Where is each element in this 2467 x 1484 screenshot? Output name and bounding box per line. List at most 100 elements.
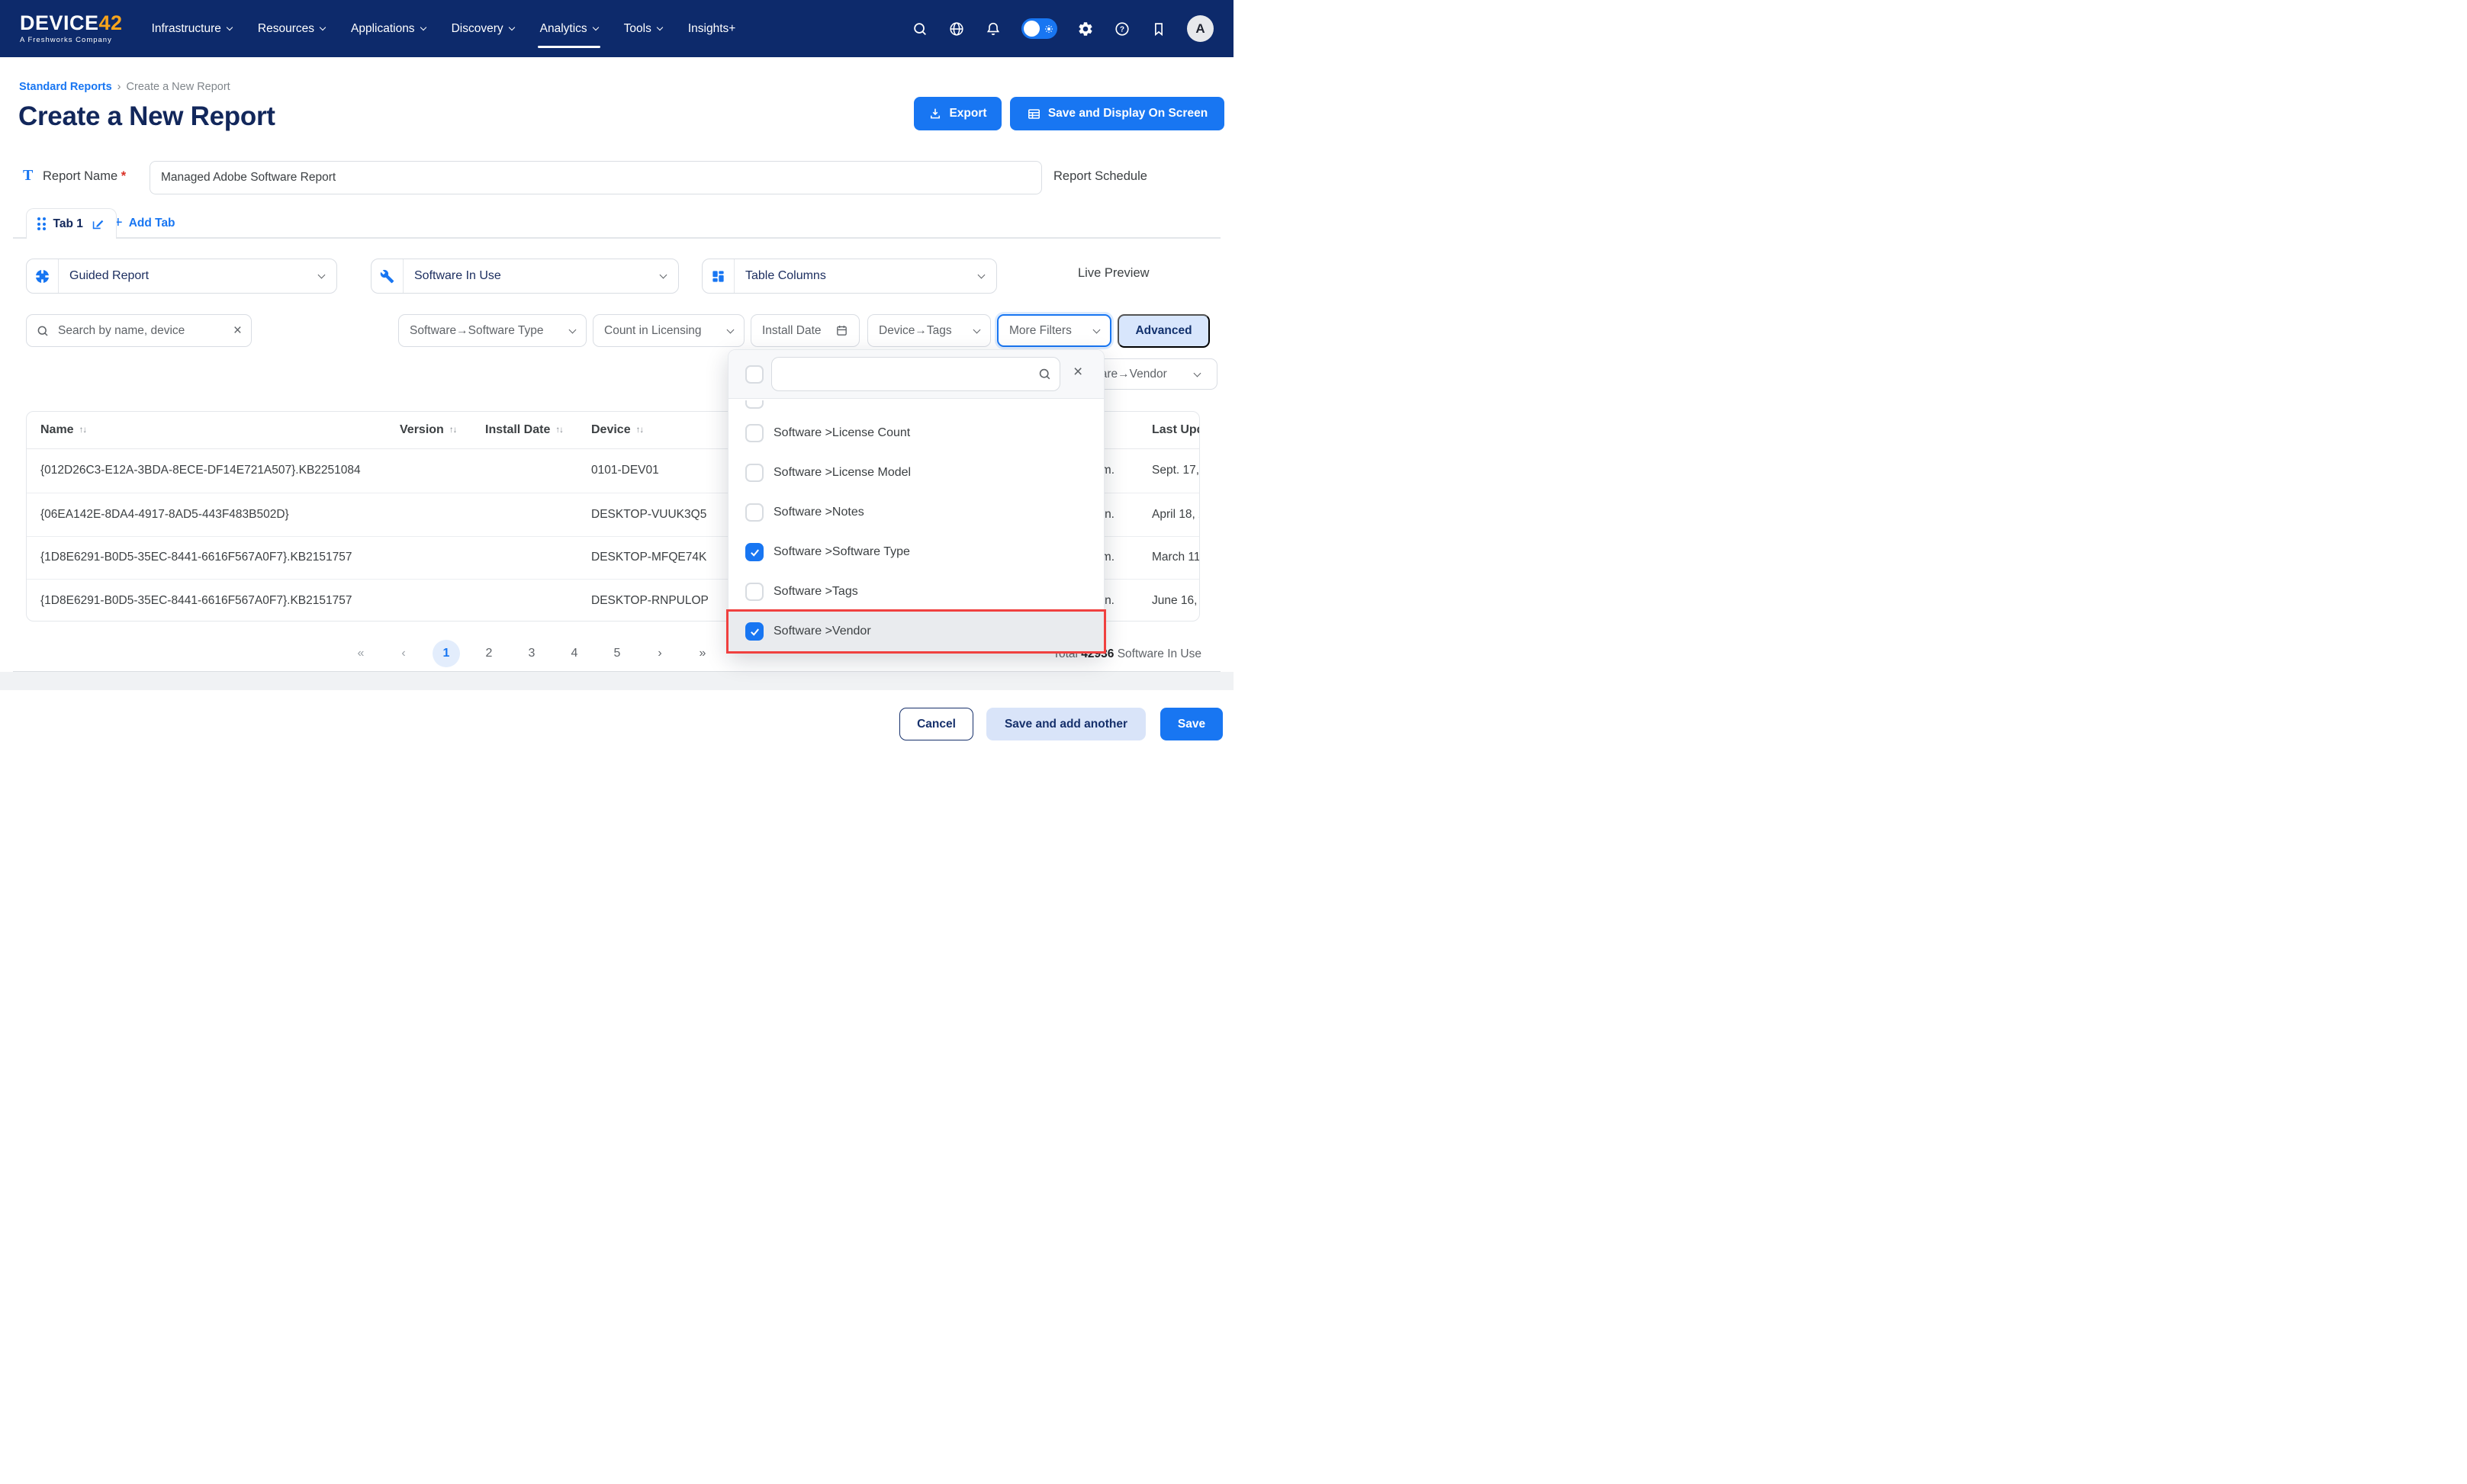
export-button[interactable]: Export — [914, 97, 1002, 130]
filter-pill-software-software-type[interactable]: Software→Software Type — [398, 314, 587, 347]
page-title: Create a New Report — [18, 101, 275, 132]
panel-item-software-license-model[interactable]: Software >License Model — [729, 453, 1104, 493]
nav-item-applications[interactable]: Applications — [351, 14, 426, 44]
chevron-down-icon — [973, 326, 981, 333]
globe-icon[interactable] — [948, 21, 965, 37]
column-header-last-upd[interactable]: Last Upd — [1152, 423, 1200, 437]
nav-item-label: Resources — [258, 22, 314, 36]
panel-search-input[interactable] — [781, 367, 1037, 381]
save-button[interactable]: Save — [1160, 708, 1223, 740]
cell-occluded-fragment: n. — [1105, 594, 1114, 608]
live-preview-label: Live Preview — [1078, 266, 1150, 281]
nav-item-tools[interactable]: Tools — [624, 14, 662, 44]
close-icon[interactable]: × — [1073, 364, 1082, 380]
column-header-device[interactable]: Device ↑↓ — [591, 423, 643, 437]
checkbox[interactable] — [745, 503, 764, 522]
filter-pill-install-date[interactable]: Install Date — [751, 314, 860, 347]
gear-icon[interactable] — [1077, 21, 1094, 37]
sun-icon — [1044, 24, 1053, 34]
report-type-select[interactable]: Guided Report — [26, 259, 337, 294]
nav-item-analytics[interactable]: Analytics — [540, 14, 598, 44]
column-header-install-date[interactable]: Install Date ↑↓ — [485, 423, 563, 437]
save-display-button[interactable]: Save and Display On Screen — [1010, 97, 1224, 130]
help-icon[interactable]: ? — [1114, 21, 1131, 37]
cell-last-updated: March 11, — [1152, 551, 1200, 564]
search-icon[interactable] — [912, 21, 928, 37]
chevron-down-icon — [318, 271, 326, 279]
pagination-page-3[interactable]: 3 — [518, 640, 545, 667]
panel-item-software-notes[interactable]: Software >Notes — [729, 493, 1104, 532]
panel-item-software-vendor[interactable]: Software >Vendor — [729, 612, 1104, 651]
advanced-button[interactable]: Advanced — [1118, 314, 1210, 348]
pagination-prev[interactable]: ‹ — [390, 640, 417, 667]
pagination-page-1[interactable]: 1 — [433, 640, 460, 667]
search-input[interactable] — [56, 323, 227, 339]
drag-handle-icon[interactable] — [37, 217, 46, 230]
nav-item-resources[interactable]: Resources — [258, 14, 325, 44]
panel-item-software-license-count[interactable]: Software >License Count — [729, 413, 1104, 453]
data-source-select[interactable]: Software In Use — [371, 259, 679, 294]
clear-search-icon[interactable]: × — [233, 323, 242, 338]
chevron-down-icon — [592, 24, 598, 31]
cell-device: DESKTOP-MFQE74K — [591, 551, 706, 564]
panel-item-label: Software >Notes — [774, 506, 864, 519]
tab-1[interactable]: Tab 1 — [26, 208, 117, 239]
sort-icon[interactable]: ↑↓ — [449, 426, 457, 435]
pagination-first[interactable]: « — [347, 640, 375, 667]
nav-item-insights[interactable]: Insights+ — [688, 14, 735, 44]
report-name-input[interactable] — [150, 161, 1042, 194]
avatar[interactable]: A — [1187, 15, 1214, 42]
bookmark-icon[interactable] — [1150, 21, 1167, 37]
search-icon — [36, 324, 50, 338]
select-all-checkbox[interactable] — [745, 365, 764, 384]
theme-toggle[interactable] — [1021, 18, 1057, 39]
save-and-add-another-button[interactable]: Save and add another — [986, 708, 1146, 740]
pagination: « ‹ 12345 › » — [347, 640, 716, 667]
checkbox[interactable] — [745, 464, 764, 482]
column-header-version[interactable]: Version ↑↓ — [400, 423, 456, 437]
chevron-down-icon — [227, 24, 233, 31]
nav-item-label: Analytics — [540, 22, 587, 36]
chevron-down-icon — [657, 24, 663, 31]
sort-icon[interactable]: ↑↓ — [79, 426, 87, 435]
panel-item-label: Software >License Count — [774, 426, 910, 440]
add-tab-button[interactable]: + Add Tab — [114, 213, 175, 234]
column-header-name[interactable]: Name ↑↓ — [40, 423, 86, 437]
pagination-next[interactable]: › — [646, 640, 674, 667]
chevron-down-icon — [1194, 369, 1201, 377]
brand-logo[interactable]: DEVICE42 A Freshworks Company — [20, 13, 123, 44]
nav-item-infrastructure[interactable]: Infrastructure — [152, 14, 232, 44]
sort-icon[interactable]: ↑↓ — [555, 426, 563, 435]
sort-icon[interactable]: ↑↓ — [636, 426, 644, 435]
cancel-button[interactable]: Cancel — [899, 708, 973, 740]
footer-gray-band — [0, 672, 1234, 690]
pagination-page-2[interactable]: 2 — [475, 640, 503, 667]
edit-pencil-icon[interactable] — [91, 217, 105, 231]
view-mode-select[interactable]: Table Columns — [702, 259, 997, 294]
breadcrumb-current: Create a New Report — [127, 81, 230, 93]
pagination-page-4[interactable]: 4 — [561, 640, 588, 667]
checkbox[interactable] — [745, 583, 764, 601]
nav-item-discovery[interactable]: Discovery — [452, 14, 514, 44]
more-filters-panel: × Software >License Count Software >Lice… — [728, 349, 1105, 653]
breadcrumb-parent-link[interactable]: Standard Reports — [19, 81, 112, 93]
report-name-label: Report Name * — [43, 169, 126, 184]
panel-item-software-tags[interactable]: Software >Tags — [729, 572, 1104, 612]
cell-last-updated: June 16, 2 — [1152, 594, 1200, 608]
filter-pill-more-filters[interactable]: More Filters — [997, 314, 1111, 347]
top-navigation: DEVICE42 A Freshworks Company Infrastruc… — [0, 0, 1234, 57]
checkbox[interactable] — [745, 543, 764, 561]
download-icon — [928, 107, 942, 120]
checkbox[interactable] — [745, 424, 764, 442]
checkbox[interactable] — [745, 622, 764, 641]
pagination-last[interactable]: » — [689, 640, 716, 667]
chevron-down-icon — [508, 24, 514, 31]
filter-pill-count-in-licensing[interactable]: Count in Licensing — [593, 314, 745, 347]
notifications-bell-icon[interactable] — [985, 21, 1002, 37]
panel-item-label: Software >Software Type — [774, 545, 910, 559]
filter-pill-device-tags[interactable]: Device→Tags — [867, 314, 991, 347]
pagination-page-5[interactable]: 5 — [603, 640, 631, 667]
nav-item-label: Infrastructure — [152, 22, 221, 36]
table-search-box: × — [26, 314, 252, 347]
panel-item-software-software-type[interactable]: Software >Software Type — [729, 532, 1104, 572]
